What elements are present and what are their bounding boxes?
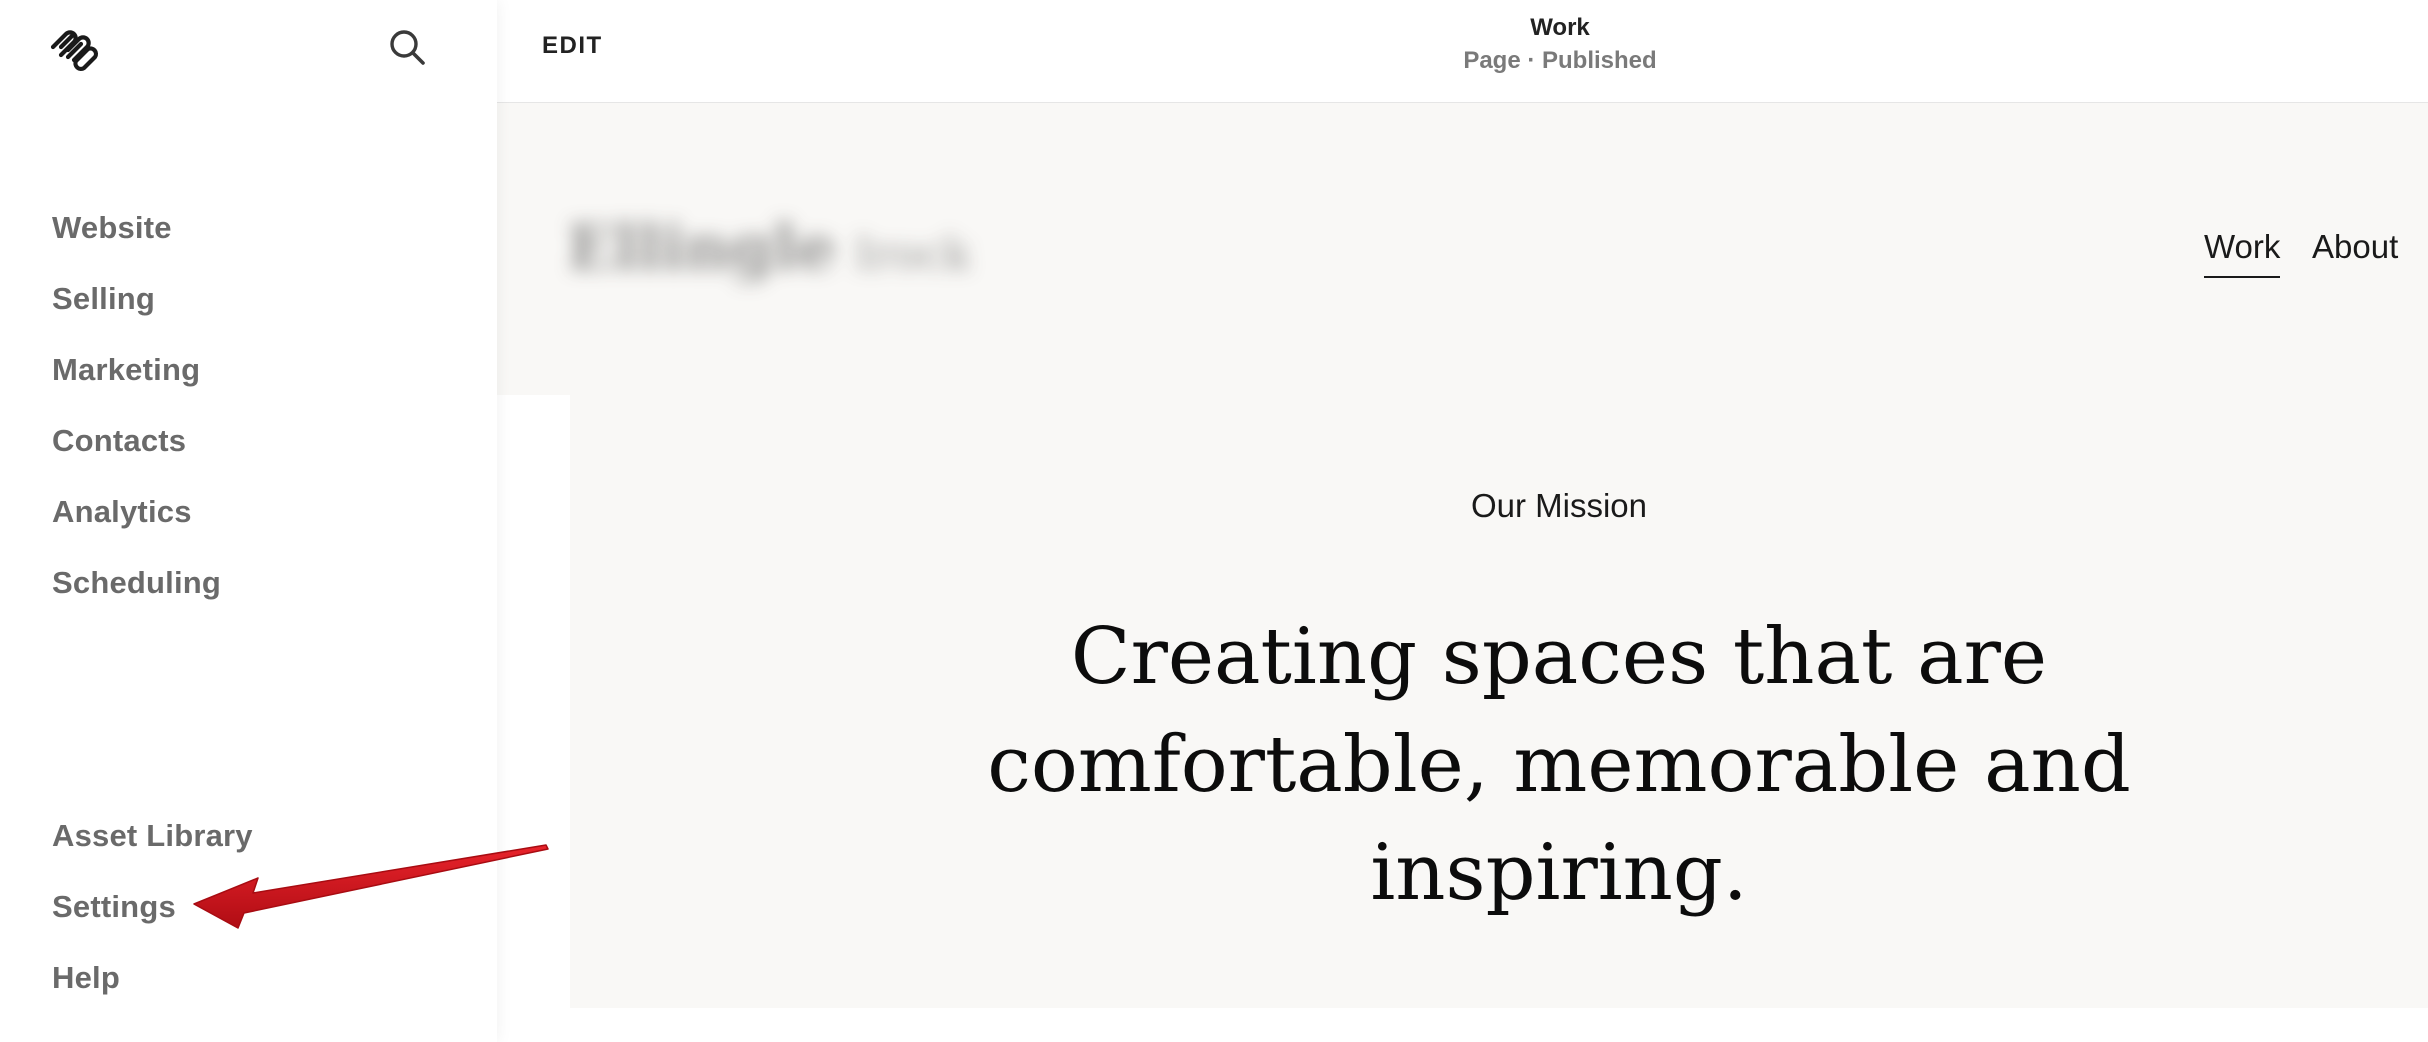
page-status: Page · Published bbox=[1463, 47, 1657, 74]
sidebar-item-selling[interactable]: Selling bbox=[52, 281, 155, 317]
editor-topbar: EDIT Work Page · Published bbox=[497, 0, 2428, 103]
sidebar-item-analytics[interactable]: Analytics bbox=[52, 494, 192, 530]
sidebar-item-settings[interactable]: Settings bbox=[52, 889, 176, 925]
squarespace-logo-icon[interactable] bbox=[48, 24, 100, 72]
site-nav-about[interactable]: About bbox=[2312, 228, 2398, 266]
mission-section: Our Mission Creating spaces that are com… bbox=[570, 395, 2428, 1008]
sidebar-item-marketing[interactable]: Marketing bbox=[52, 352, 200, 388]
search-button[interactable] bbox=[386, 26, 430, 70]
site-header: Ellingle Irock Work About bbox=[497, 103, 2428, 395]
sidebar-item-asset-library[interactable]: Asset Library bbox=[52, 818, 253, 854]
page-title: Work bbox=[1530, 14, 1590, 41]
mission-label: Our Mission bbox=[1470, 487, 1648, 524]
sidebar-item-help[interactable]: Help bbox=[52, 960, 120, 996]
sidebar: Website Selling Marketing Contacts Analy… bbox=[0, 0, 497, 1042]
headline-line: Creating spaces that are bbox=[1070, 612, 2048, 702]
app-window: Website Selling Marketing Contacts Analy… bbox=[0, 0, 2428, 1042]
sidebar-item-website[interactable]: Website bbox=[52, 210, 172, 246]
site-nav-work[interactable]: Work bbox=[2204, 228, 2281, 278]
mission-headline: Creating spaces that are comfortable, me… bbox=[570, 603, 2428, 927]
headline-line: comfortable, memorable and bbox=[987, 720, 2131, 810]
site-preview[interactable]: Ellingle Irock Work About Our Mission Cre… bbox=[497, 103, 2428, 1042]
sidebar-item-contacts[interactable]: Contacts bbox=[52, 423, 186, 459]
site-logo-blurred: Ellingle Irock bbox=[567, 211, 971, 284]
sidebar-item-scheduling[interactable]: Scheduling bbox=[52, 565, 221, 601]
search-icon bbox=[390, 30, 425, 65]
headline-line: inspiring. bbox=[1370, 828, 1748, 918]
